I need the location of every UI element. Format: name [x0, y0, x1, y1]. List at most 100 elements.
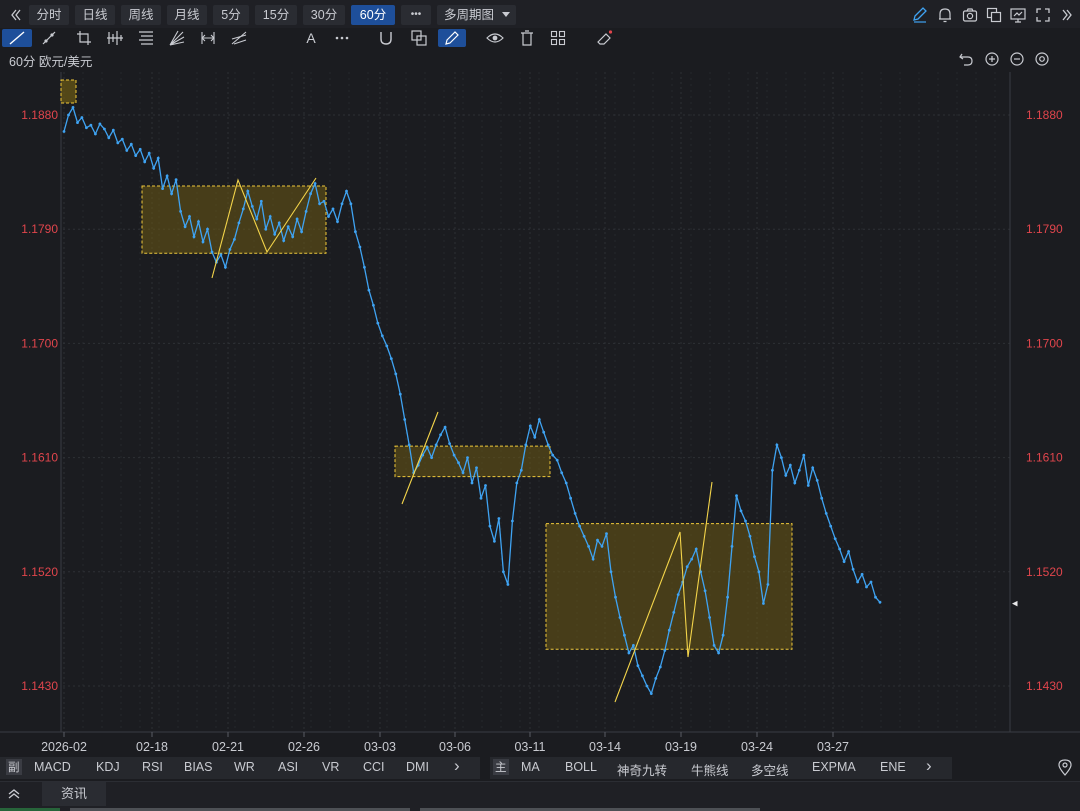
- price-chart[interactable]: 1.1880 1.1880 1.1790 1.1790 1.1700 1.1700 1.16…: [0, 72, 1080, 756]
- indicator-ene[interactable]: ENE: [880, 760, 906, 774]
- price-point: [838, 547, 841, 551]
- price-point: [107, 136, 111, 140]
- price-point: [264, 227, 268, 231]
- price-point: [327, 215, 330, 218]
- double-chevron-up-icon[interactable]: [6, 786, 22, 802]
- price-point: [183, 225, 187, 229]
- multi-period-dropdown[interactable]: 多周期图: [437, 5, 516, 25]
- indicator-boll[interactable]: BOLL: [565, 760, 597, 774]
- svg-text:A: A: [306, 30, 316, 46]
- price-point: [811, 466, 815, 470]
- indicator-kdj[interactable]: KDJ: [96, 760, 120, 774]
- x-tick-label: 03-14: [589, 740, 621, 754]
- news-tab[interactable]: 资讯: [42, 782, 106, 806]
- period-button-60min[interactable]: 60分: [351, 5, 395, 25]
- indicator-macd[interactable]: MACD: [34, 760, 71, 774]
- indicator-rsi[interactable]: RSI: [142, 760, 163, 774]
- indicator-asi[interactable]: ASI: [278, 760, 298, 774]
- grid-icon[interactable]: [549, 29, 567, 47]
- indicator-bull-bear-line[interactable]: 牛熊线: [691, 760, 729, 779]
- eraser-icon[interactable]: [595, 29, 613, 47]
- bell-icon[interactable]: [936, 6, 954, 24]
- price-point: [676, 593, 680, 596]
- price-point: [62, 130, 66, 133]
- indicator-long-short-line[interactable]: 多空线: [751, 760, 789, 779]
- fan-tool-icon[interactable]: [168, 29, 186, 47]
- price-point: [658, 665, 662, 669]
- crop-tool-icon[interactable]: [75, 29, 93, 47]
- period-button-30min[interactable]: 30分: [303, 5, 345, 25]
- price-point: [753, 555, 756, 558]
- more-tools-icon[interactable]: [333, 29, 351, 47]
- period-button-weekly[interactable]: 周线: [121, 5, 161, 25]
- copy-window-icon[interactable]: [985, 6, 1003, 24]
- y-tick-label-right: 1.1700: [1026, 336, 1063, 350]
- price-point: [542, 430, 546, 434]
- double-chevron-left-icon[interactable]: [7, 6, 25, 24]
- brush-icon[interactable]: [438, 29, 466, 47]
- period-button-daily[interactable]: 日线: [75, 5, 115, 25]
- line-tool-icon[interactable]: [2, 29, 32, 47]
- price-point: [511, 519, 514, 523]
- undo-icon[interactable]: [958, 51, 974, 67]
- price-point: [820, 496, 824, 500]
- indicator-cci[interactable]: CCI: [363, 760, 385, 774]
- indicator-ma[interactable]: MA: [521, 760, 540, 774]
- indicator-magic-nine[interactable]: 神奇九转: [617, 760, 667, 779]
- camera-icon[interactable]: [961, 6, 979, 24]
- location-pin-icon[interactable]: [1057, 758, 1073, 776]
- period-toolbar: 分时 日线 周线 月线 5分 15分 30分 60分 ••• 多周期图: [0, 0, 1080, 31]
- info-bar: 资讯: [0, 781, 1080, 811]
- price-point: [533, 435, 537, 439]
- zoom-in-icon[interactable]: [984, 51, 1000, 67]
- layers-icon[interactable]: [410, 29, 428, 47]
- price-point: [237, 221, 241, 225]
- period-button-15min[interactable]: 15分: [255, 5, 297, 25]
- price-point: [560, 471, 564, 475]
- measure-tool-icon[interactable]: [199, 29, 217, 47]
- main-indicator-next-button[interactable]: ›: [926, 756, 932, 776]
- monitor-icon[interactable]: [1009, 6, 1027, 24]
- period-button-monthly[interactable]: 月线: [167, 5, 207, 25]
- price-point: [201, 240, 205, 244]
- fullscreen-icon[interactable]: [1034, 6, 1052, 24]
- price-point: [250, 205, 254, 208]
- fib-tool-icon[interactable]: [137, 29, 155, 47]
- price-point: [340, 202, 344, 206]
- current-price-marker: ◂: [1012, 596, 1018, 609]
- more-periods-button[interactable]: •••: [401, 5, 431, 25]
- price-point: [551, 453, 555, 457]
- ray-tool-icon[interactable]: [40, 29, 58, 47]
- price-point: [398, 392, 402, 396]
- double-chevron-right-icon[interactable]: [1058, 6, 1076, 24]
- price-point: [865, 585, 868, 589]
- eye-icon[interactable]: [486, 29, 504, 47]
- price-point: [147, 151, 151, 155]
- indicator-vr[interactable]: VR: [322, 760, 339, 774]
- price-point: [614, 595, 617, 599]
- settings-icon[interactable]: [1034, 51, 1050, 67]
- sub-indicator-next-button[interactable]: ›: [454, 756, 460, 776]
- pen-icon[interactable]: [911, 6, 929, 24]
- text-tool-icon[interactable]: A: [302, 29, 320, 47]
- magnet-icon[interactable]: [377, 29, 395, 47]
- price-point: [233, 238, 236, 241]
- price-point: [165, 174, 169, 178]
- zoom-out-icon[interactable]: [1009, 51, 1025, 67]
- indicator-dmi[interactable]: DMI: [406, 760, 429, 774]
- price-point: [775, 443, 779, 447]
- bars-tool-icon[interactable]: [106, 29, 124, 47]
- trash-icon[interactable]: [518, 29, 536, 47]
- indicator-expma[interactable]: EXPMA: [812, 760, 856, 774]
- chart-background: [0, 72, 1080, 756]
- price-point: [452, 453, 456, 457]
- period-button-intraday[interactable]: 分时: [29, 5, 69, 25]
- indicator-wr[interactable]: WR: [234, 760, 255, 774]
- price-point: [363, 265, 366, 269]
- price-point: [860, 572, 864, 576]
- pitchfork-tool-icon[interactable]: [230, 29, 248, 47]
- indicator-bias[interactable]: BIAS: [184, 760, 213, 774]
- price-point: [685, 565, 689, 569]
- price-point: [71, 106, 75, 109]
- period-button-5min[interactable]: 5分: [213, 5, 249, 25]
